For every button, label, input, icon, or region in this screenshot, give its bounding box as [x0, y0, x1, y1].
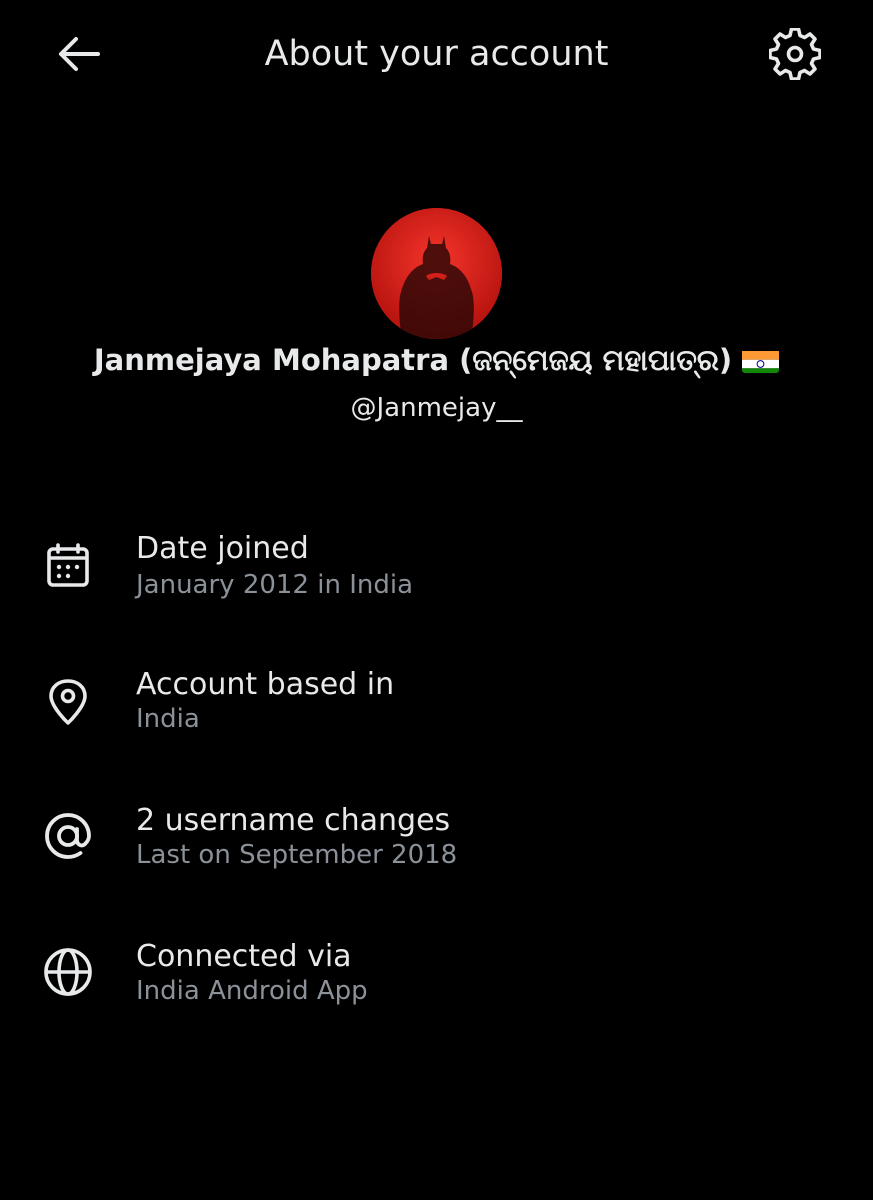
globe-icon	[40, 944, 96, 1000]
info-row-username-changes: 2 username changes Last on September 201…	[0, 802, 873, 892]
info-title: 2 username changes	[136, 803, 451, 838]
info-subtitle: January 2012 in India	[136, 570, 414, 600]
top-bar: About your account	[0, 0, 873, 108]
at-sign-icon	[40, 808, 96, 864]
avatar-image	[371, 208, 502, 339]
info-subtitle: India	[136, 704, 200, 734]
location-pin-icon	[40, 674, 96, 730]
settings-button[interactable]	[764, 26, 826, 82]
info-subtitle: Last on September 2018	[136, 840, 458, 870]
calendar-icon	[40, 538, 96, 594]
info-row-account-location: Account based in India	[0, 666, 873, 756]
display-name: Janmejaya Mohapatra (ଜନ୍ମେଜୟ ମହାପାତ୍ର)	[0, 340, 873, 380]
info-row-connected-via: Connected via India Android App	[0, 938, 873, 1028]
gear-icon	[769, 28, 821, 80]
info-title: Connected via	[136, 939, 352, 974]
info-subtitle: India Android App	[136, 976, 368, 1006]
info-row-date-joined: Date joined January 2012 in India	[0, 530, 873, 620]
info-title: Date joined	[136, 531, 309, 566]
info-title: Account based in	[136, 667, 395, 702]
username-handle: @Janmejay__	[350, 393, 523, 423]
display-name-text: Janmejaya Mohapatra (ଜନ୍ମେଜୟ ମହାପାତ୍ର)	[93, 343, 733, 377]
avatar[interactable]	[371, 208, 502, 339]
page-title: About your account	[264, 34, 609, 74]
india-flag-icon	[742, 347, 780, 373]
